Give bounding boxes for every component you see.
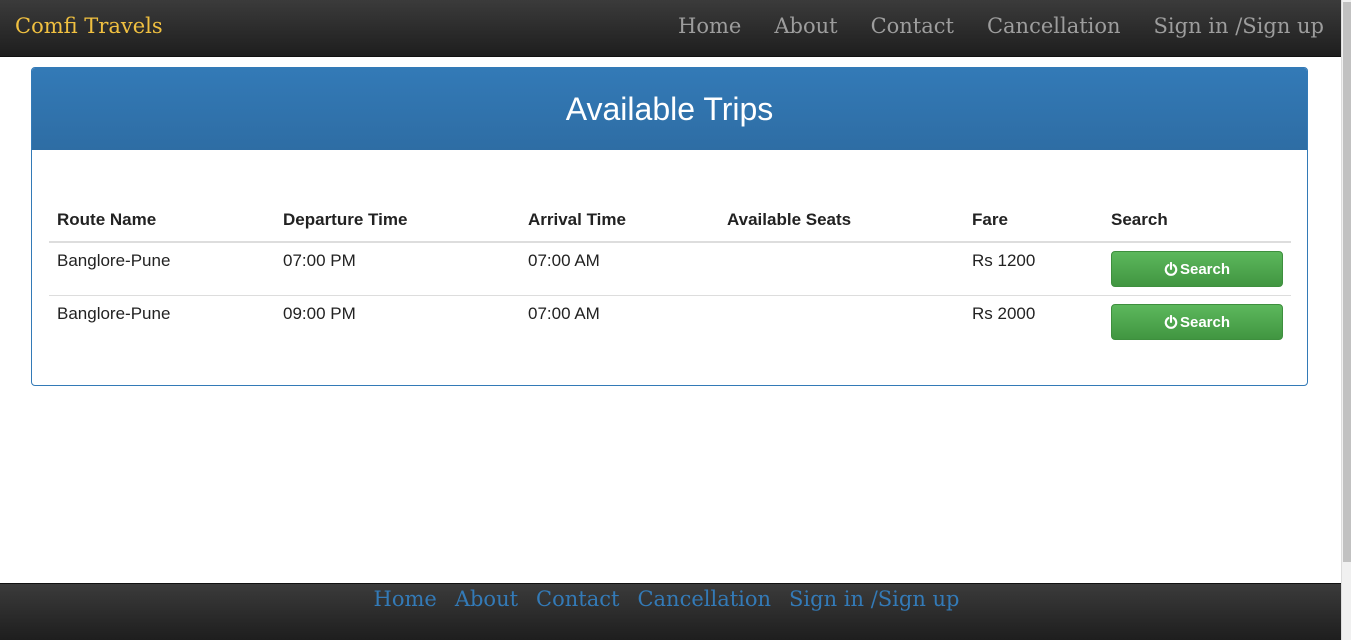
nav-contact-link[interactable]: Contact [871, 14, 954, 38]
search-button-label: Search [1179, 260, 1231, 278]
col-fare: Fare [964, 200, 1103, 243]
search-cell: Search [1103, 295, 1291, 349]
col-available-seats: Available Seats [719, 200, 964, 243]
search-button[interactable]: Search [1111, 251, 1283, 287]
footer-contact-link[interactable]: Contact [536, 587, 619, 611]
footer-home-link[interactable]: Home [374, 587, 437, 611]
route-name-cell: Banglore-Pune [57, 251, 171, 270]
route-name-cell: Banglore-Pune [49, 295, 275, 349]
fare-cell: Rs 1200 [972, 251, 1036, 270]
col-route-name: Route Name [49, 200, 275, 243]
table-row: Banglore-Pune 07:00 PM 07:00 AM Rs 1200 … [49, 242, 1291, 296]
vertical-scrollbar[interactable] [1341, 0, 1351, 640]
footer-cancellation-link[interactable]: Cancellation [637, 587, 771, 611]
nav-about-link[interactable]: About [774, 14, 837, 38]
fare-cell: Rs 2000 [964, 295, 1103, 349]
departure-time-cell: 07:00 PM [283, 251, 356, 270]
power-icon [1164, 262, 1178, 276]
table-header-row: Route Name Departure Time Arrival Time A… [49, 200, 1291, 243]
arrival-time-cell: 07:00 AM [528, 251, 600, 270]
table-row: Banglore-Pune 09:00 PM 07:00 AM Rs 2000 … [49, 295, 1291, 349]
arrival-time-cell: 07:00 AM [520, 295, 719, 349]
footer-signin-link[interactable]: Sign in /Sign up [789, 587, 959, 611]
footer: Home About Contact Cancellation Sign in … [0, 583, 1341, 640]
nav-cancellation-link[interactable]: Cancellation [987, 14, 1121, 38]
footer-about-link[interactable]: About [455, 587, 518, 611]
panel-title: Available Trips [565, 90, 774, 127]
brand-logo[interactable]: Comfi Travels [15, 14, 163, 38]
nav-signin-link[interactable]: Sign in /Sign up [1154, 14, 1324, 38]
page: Comfi Travels Home About Contact Cancell… [0, 0, 1351, 640]
trips-table: Route Name Departure Time Arrival Time A… [49, 200, 1291, 349]
departure-time-cell: 09:00 PM [275, 295, 520, 349]
search-cell: Search [1103, 242, 1291, 296]
available-seats-cell [719, 242, 964, 296]
search-button-label: Search [1179, 313, 1231, 331]
search-button[interactable]: Search [1111, 304, 1283, 340]
scrollbar-thumb[interactable] [1343, 2, 1351, 562]
col-search: Search [1103, 200, 1291, 243]
col-arrival-time: Arrival Time [520, 200, 719, 243]
col-departure-time: Departure Time [275, 200, 520, 243]
trips-panel: Available Trips Route Name Departure Tim… [31, 67, 1308, 386]
panel-heading: Available Trips [32, 68, 1307, 150]
available-seats-cell [719, 295, 964, 349]
nav-home-link[interactable]: Home [678, 14, 741, 38]
power-icon [1164, 315, 1178, 329]
top-navbar: Comfi Travels Home About Contact Cancell… [0, 0, 1341, 57]
nav-links: Home About Contact Cancellation Sign in … [678, 14, 1324, 38]
footer-links: Home About Contact Cancellation Sign in … [0, 587, 1333, 611]
